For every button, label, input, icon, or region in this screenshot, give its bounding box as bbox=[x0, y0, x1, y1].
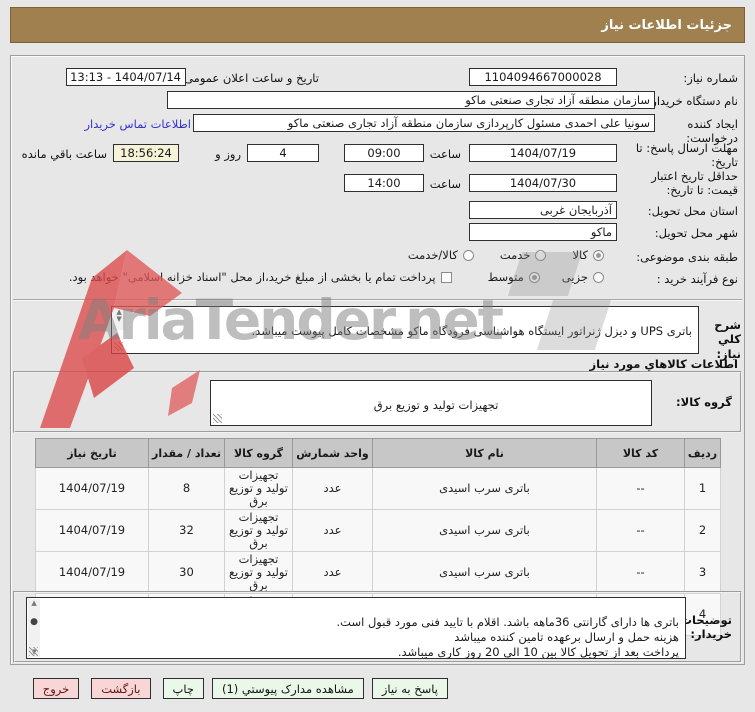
need-description-label: شرح كلي نیاز: bbox=[714, 318, 741, 361]
table-cell: عدد bbox=[292, 509, 373, 552]
table-cell: 2 bbox=[684, 509, 721, 552]
column-header: نام کالا bbox=[372, 438, 597, 468]
section-divider bbox=[13, 299, 742, 301]
classification-option-service[interactable]: خدمت bbox=[500, 248, 547, 262]
treasury-docs-checkbox-item[interactable]: پرداخت تمام یا بخشی از مبلغ خرید،از محل … bbox=[69, 270, 452, 284]
price-validity-hour-field[interactable]: 14:00 bbox=[344, 174, 424, 192]
need-description-textarea[interactable]: باتری UPS و دیزل ژنراتور ایستگاه هواشناس… bbox=[111, 306, 699, 354]
classification-label: طبقه بندی موضوعی: bbox=[636, 250, 738, 264]
back-button[interactable]: بازگشت bbox=[91, 678, 151, 699]
need-number-label: شماره نیاز: bbox=[683, 71, 738, 85]
process-type-options: جزیی متوسط پرداخت تمام یا بخشی از مبلغ خ… bbox=[69, 270, 604, 284]
page: جزئیات اطلاعات نیاز شماره نیاز: 11040946… bbox=[0, 0, 755, 712]
buyer-notes-frame: توضیحات خریدار: باتری ها دارای گارانتی 3… bbox=[13, 591, 742, 663]
radio-minor-icon[interactable] bbox=[593, 271, 604, 283]
process-option-medium[interactable]: متوسط bbox=[488, 270, 540, 284]
process-type-label: نوع فرآیند خرید : bbox=[656, 272, 738, 286]
goods-table-head: ردیف کد کالا نام کالا واحد شمارش گروه کالا تع… bbox=[35, 438, 721, 468]
reply-deadline-label: مهلت ارسال پاسخ: تا تاریخ: bbox=[635, 141, 738, 170]
table-cell: 1404/07/19 bbox=[35, 467, 149, 510]
process-option-minor[interactable]: جزیی bbox=[562, 270, 604, 284]
province-field[interactable]: آذربایجان غربی bbox=[469, 201, 617, 219]
remaining-time-label: ساعت باقي مانده bbox=[21, 147, 107, 161]
table-cell: باتری سرب اسیدی bbox=[372, 551, 597, 594]
goods-section-title: اطلاعات كالاهاي مورد نیاز bbox=[589, 357, 738, 371]
table-cell: -- bbox=[596, 551, 685, 594]
column-header: تعداد / مقدار bbox=[148, 438, 225, 468]
city-label: شهر محل تحویل: bbox=[654, 226, 738, 240]
reply-deadline-date-field[interactable]: 1404/07/19 bbox=[469, 144, 617, 162]
price-validity-label: حداقل تاریخ اعتبار قیمت: تا تاریخ: bbox=[651, 169, 738, 198]
table-cell: -- bbox=[596, 509, 685, 552]
treasury-docs-checkbox-icon[interactable] bbox=[440, 271, 452, 283]
action-button-bar: پاسخ به نیاز مشاهده مدارک پیوستي (1) چاپ… bbox=[0, 672, 755, 712]
details-panel: شماره نیاز: 1104094667000028 تاریخ و ساع… bbox=[10, 55, 745, 665]
table-cell: باتری سرب اسیدی bbox=[372, 467, 597, 510]
table-cell: عدد bbox=[292, 551, 373, 594]
buyer-notes-textarea[interactable]: باتری ها دارای گارانتی 36ماهه باشد. اقلا… bbox=[26, 597, 686, 659]
column-header: واحد شمارش bbox=[292, 438, 373, 468]
page-title: جزئیات اطلاعات نیاز bbox=[601, 17, 732, 33]
table-cell: باتری سرب اسیدی bbox=[372, 509, 597, 552]
table-row: 1 -- باتری سرب اسیدی عدد تجهیزات تولید و توز… bbox=[35, 467, 721, 510]
remaining-days-field[interactable]: 4 bbox=[247, 144, 319, 162]
table-cell: 3 bbox=[684, 551, 721, 594]
view-attachments-button[interactable]: مشاهده مدارک پیوستي (1) bbox=[211, 678, 364, 699]
table-cell: 30 bbox=[148, 551, 225, 594]
radio-medium-icon[interactable] bbox=[528, 271, 540, 283]
city-field[interactable]: ماکو bbox=[469, 223, 617, 241]
table-cell: -- bbox=[596, 467, 685, 510]
buyer-org-field[interactable]: سازمان منطقه آزاد تجاری صنعتی ماکو bbox=[167, 91, 655, 109]
scrollbar[interactable]: ▲ ▼ bbox=[113, 308, 125, 330]
announce-datetime-label: تاریخ و ساعت اعلان عمومی: bbox=[180, 71, 319, 85]
goods-group-textarea[interactable]: تجهیزات تولید و توزیع برق bbox=[210, 380, 652, 426]
classification-option-goods[interactable]: کالا bbox=[572, 248, 604, 262]
table-cell: تجهیزات تولید و توزیع برق bbox=[224, 467, 293, 510]
goods-group-frame: گروه کالا: تجهیزات تولید و توزیع برق bbox=[13, 371, 742, 433]
column-header: کد کالا bbox=[596, 438, 685, 468]
price-validity-date-field[interactable]: 1404/07/30 bbox=[469, 174, 617, 192]
remaining-days-label: روز و bbox=[215, 147, 241, 161]
reply-deadline-hour-label: ساعت bbox=[429, 147, 461, 161]
resize-grip-icon[interactable] bbox=[213, 414, 222, 423]
radio-goods-service-icon[interactable] bbox=[462, 249, 474, 261]
table-row: 3 -- باتری سرب اسیدی عدد تجهیزات تولید و توز… bbox=[35, 551, 721, 594]
table-cell: 1404/07/19 bbox=[35, 509, 149, 552]
resize-grip-icon[interactable] bbox=[29, 647, 38, 656]
header-row: ردیف کد کالا نام کالا واحد شمارش گروه کالا تع… bbox=[35, 438, 721, 468]
reply-deadline-hour-field[interactable]: 09:00 bbox=[344, 144, 424, 162]
column-header: تاریخ نیاز bbox=[35, 438, 149, 468]
request-creator-field[interactable]: سونیا علی احمدی مسئول کارپردازی سازمان م… bbox=[193, 114, 655, 132]
buyer-notes-label: توضیحات خریدار: bbox=[680, 613, 733, 642]
column-header: ردیف bbox=[684, 438, 721, 468]
goods-group-label: گروه کالا: bbox=[676, 395, 732, 409]
reply-to-need-button[interactable]: پاسخ به نیاز bbox=[371, 678, 448, 699]
column-header: گروه کالا bbox=[224, 438, 293, 468]
table-cell: عدد bbox=[292, 467, 373, 510]
buyer-org-label: نام دستگاه خریدار: bbox=[647, 94, 738, 108]
table-cell: 32 bbox=[148, 509, 225, 552]
table-cell: تجهیزات تولید و توزیع برق bbox=[224, 509, 293, 552]
table-row: 2 -- باتری سرب اسیدی عدد تجهیزات تولید و توز… bbox=[35, 509, 721, 552]
resize-grip-icon[interactable] bbox=[114, 342, 123, 351]
table-cell: تجهیزات تولید و توزیع برق bbox=[224, 551, 293, 594]
table-cell: 1404/07/19 bbox=[35, 551, 149, 594]
print-button[interactable]: چاپ bbox=[162, 678, 204, 699]
buyer-notes-text: باتری ها دارای گارانتی 36ماهه باشد. اقلا… bbox=[336, 615, 679, 659]
table-cell: 1 bbox=[684, 467, 721, 510]
exit-button[interactable]: خروج bbox=[32, 678, 80, 699]
title-bar: جزئیات اطلاعات نیاز bbox=[10, 7, 745, 43]
classification-option-goods-service[interactable]: کالا/خدمت bbox=[408, 248, 474, 262]
announce-datetime-field[interactable]: 1404/07/14 - 13:13 bbox=[66, 68, 186, 86]
radio-service-icon[interactable] bbox=[535, 249, 547, 261]
price-validity-hour-label: ساعت bbox=[429, 177, 461, 191]
province-label: استان محل تحویل: bbox=[647, 204, 738, 218]
buyer-contact-link[interactable]: اطلاعات تماس خریدار bbox=[84, 117, 191, 131]
remaining-time-field: 18:56:24 bbox=[113, 144, 179, 162]
need-number-field[interactable]: 1104094667000028 bbox=[469, 68, 617, 86]
classification-options: کالا خدمت کالا/خدمت bbox=[408, 248, 604, 262]
radio-goods-icon[interactable] bbox=[593, 249, 604, 261]
table-cell: 8 bbox=[148, 467, 225, 510]
